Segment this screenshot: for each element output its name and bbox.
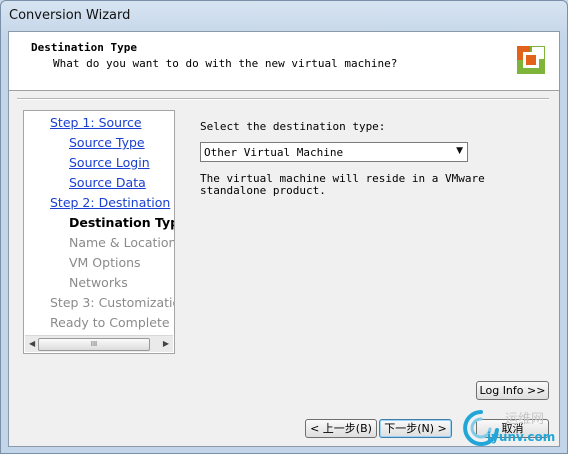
next-button[interactable]: 下一步(N) > bbox=[379, 419, 452, 438]
step-source-type[interactable]: Source Type bbox=[69, 135, 145, 150]
destination-description: The virtual machine will reside in a VMw… bbox=[200, 173, 500, 197]
step-source[interactable]: Step 1: Source bbox=[50, 115, 142, 130]
steps-horizontal-scrollbar[interactable]: ◀ III ▶ bbox=[25, 335, 173, 352]
header-divider bbox=[17, 98, 549, 100]
step-vm-options: VM Options bbox=[69, 255, 141, 270]
chevron-down-icon[interactable]: ▼ bbox=[456, 146, 463, 156]
back-button[interactable]: < 上一步(B) bbox=[305, 419, 377, 438]
step-customization: Step 3: Customization bbox=[50, 295, 175, 310]
step-source-data[interactable]: Source Data bbox=[69, 175, 146, 190]
steps-panel: Step 1: Source Source Type Source Login … bbox=[23, 110, 175, 354]
log-info-button[interactable]: Log Info >> bbox=[476, 381, 549, 400]
destination-type-value: Other Virtual Machine bbox=[204, 146, 344, 159]
page-title: Destination Type bbox=[31, 41, 137, 54]
description-line-2: standalone product. bbox=[200, 184, 326, 197]
wizard-content: Destination Type What do you want to do … bbox=[8, 31, 560, 447]
page-subtitle: What do you want to do with the new virt… bbox=[53, 57, 398, 70]
scroll-right-arrow-icon[interactable]: ▶ bbox=[163, 339, 169, 348]
step-source-login[interactable]: Source Login bbox=[69, 155, 150, 170]
step-destination-type: Destination Type bbox=[69, 215, 174, 230]
conversion-wizard-window: Conversion Wizard Destination Type What … bbox=[0, 0, 568, 454]
destination-type-select[interactable]: Other Virtual Machine ▼ bbox=[200, 142, 468, 162]
site-watermark: 运维网 iyunv.com bbox=[461, 406, 567, 452]
step-destination[interactable]: Step 2: Destination bbox=[50, 195, 170, 210]
scroll-left-arrow-icon[interactable]: ◀ bbox=[29, 339, 35, 348]
destination-type-label: Select the destination type: bbox=[200, 120, 386, 133]
step-networks: Networks bbox=[69, 275, 128, 290]
step-ready-to-complete: Ready to Complete bbox=[50, 315, 170, 330]
title-bar[interactable]: Conversion Wizard bbox=[1, 1, 567, 31]
scrollbar-thumb[interactable]: III bbox=[38, 338, 150, 351]
wizard-header: Destination Type What do you want to do … bbox=[9, 32, 559, 91]
vmware-converter-logo-icon bbox=[517, 46, 545, 74]
window-title: Conversion Wizard bbox=[9, 8, 131, 23]
step-name-location: Name & Location bbox=[69, 235, 175, 250]
watermark-text-bottom: iyunv.com bbox=[487, 430, 556, 444]
watermark-text-top: 运维网 bbox=[505, 412, 545, 427]
